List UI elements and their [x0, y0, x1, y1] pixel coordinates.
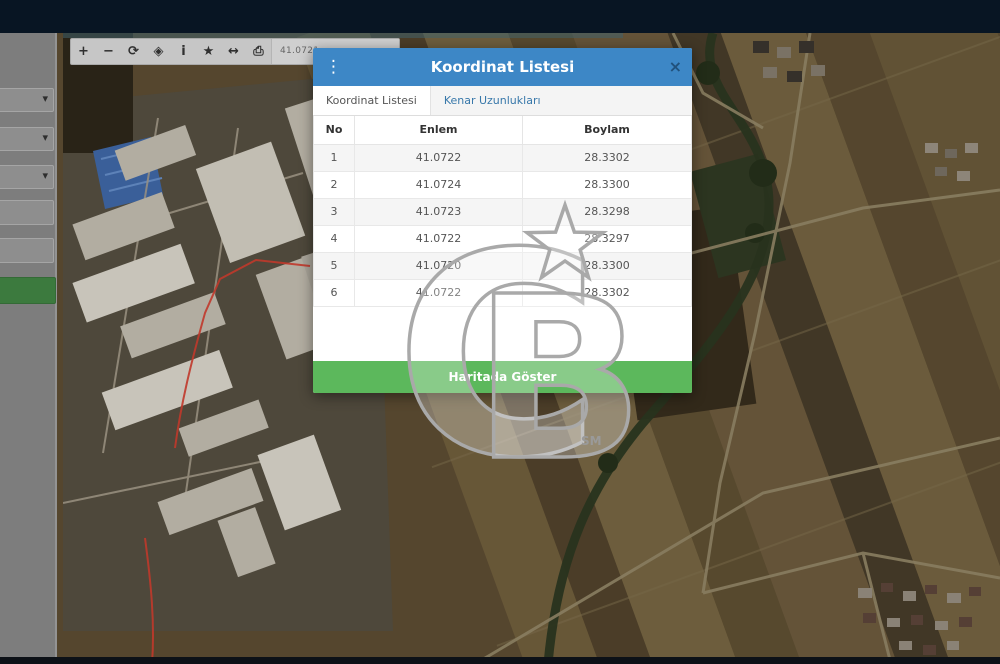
info-button[interactable]: i — [171, 39, 196, 64]
table-row: 241.072428.3300 — [314, 171, 692, 198]
longitude-cell: 28.3297 — [523, 225, 692, 252]
row-no: 3 — [314, 198, 355, 225]
coordinate-list-modal: ⋮ Koordinat Listesi × Koordinat Listesi … — [313, 48, 692, 393]
chevron-down-icon: ▾ — [42, 131, 48, 144]
row-no: 1 — [314, 144, 355, 171]
zoom-in-button[interactable]: + — [71, 39, 96, 64]
longitude-cell: 28.3298 — [523, 198, 692, 225]
coordinate-table-body: 141.072228.3302241.072428.3300341.072328… — [314, 144, 692, 306]
sidebar-submit-button[interactable] — [0, 277, 56, 304]
favorites-button[interactable]: ★ — [196, 39, 221, 64]
kebab-menu-icon[interactable]: ⋮ — [325, 48, 342, 86]
measure-button[interactable]: ↔ — [221, 39, 246, 64]
refresh-button[interactable]: ⟳ — [121, 39, 146, 64]
table-row: 641.072228.3302 — [314, 279, 692, 306]
tab-kenar-uzunluklari[interactable]: Kenar Uzunlukları — [431, 86, 554, 115]
latitude-cell: 41.0722 — [355, 225, 523, 252]
locate-button[interactable]: ◈ — [146, 39, 171, 64]
top-navigation-bar — [0, 0, 1000, 33]
latitude-cell: 41.0723 — [355, 198, 523, 225]
table-row: 441.072228.3297 — [314, 225, 692, 252]
tab-koordinat-listesi[interactable]: Koordinat Listesi — [313, 86, 431, 115]
column-header: Boylam — [523, 116, 692, 144]
latitude-cell: 41.0720 — [355, 252, 523, 279]
row-no: 5 — [314, 252, 355, 279]
longitude-cell: 28.3302 — [523, 144, 692, 171]
close-icon[interactable]: × — [669, 48, 682, 86]
show-on-map-button[interactable]: Haritada Göster — [313, 361, 692, 393]
table-header-row: NoEnlemBoylam — [314, 116, 692, 144]
sidebar-select-1[interactable]: ▾ — [0, 88, 54, 112]
latitude-cell: 41.0722 — [355, 144, 523, 171]
sidebar-input-1[interactable] — [0, 200, 54, 225]
zoom-out-button[interactable]: − — [96, 39, 121, 64]
sidebar-input-2[interactable] — [0, 238, 54, 263]
modal-tabs: Koordinat Listesi Kenar Uzunlukları — [313, 86, 692, 116]
longitude-cell: 28.3300 — [523, 171, 692, 198]
chevron-down-icon: ▾ — [42, 92, 48, 105]
table-row: 541.072028.3300 — [314, 252, 692, 279]
print-button[interactable]: ⎙ — [246, 39, 271, 64]
latitude-cell: 41.0722 — [355, 279, 523, 306]
modal-title: Koordinat Listesi — [313, 48, 692, 86]
modal-filler — [313, 307, 692, 361]
table-row: 341.072328.3298 — [314, 198, 692, 225]
column-header: No — [314, 116, 355, 144]
longitude-cell: 28.3300 — [523, 252, 692, 279]
longitude-cell: 28.3302 — [523, 279, 692, 306]
sidebar-panel: ▾ ▾ ▾ — [0, 33, 57, 664]
latitude-cell: 41.0724 — [355, 171, 523, 198]
toolbar-buttons: +−⟳◈i★↔⎙ — [71, 39, 271, 64]
chevron-down-icon: ▾ — [42, 169, 48, 182]
modal-header: ⋮ Koordinat Listesi × — [313, 48, 692, 86]
sidebar-select-2[interactable]: ▾ — [0, 127, 54, 151]
sidebar-select-3[interactable]: ▾ — [0, 165, 54, 189]
app-window: ▾ ▾ ▾ +−⟳◈i★↔⎙ 41.0721 ⋮ Koordinat Liste… — [0, 0, 1000, 664]
column-header: Enlem — [355, 116, 523, 144]
row-no: 6 — [314, 279, 355, 306]
row-no: 4 — [314, 225, 355, 252]
row-no: 2 — [314, 171, 355, 198]
table-row: 141.072228.3302 — [314, 144, 692, 171]
coordinate-table: NoEnlemBoylam 141.072228.3302241.072428.… — [313, 116, 692, 307]
bottom-bar — [0, 657, 1000, 664]
